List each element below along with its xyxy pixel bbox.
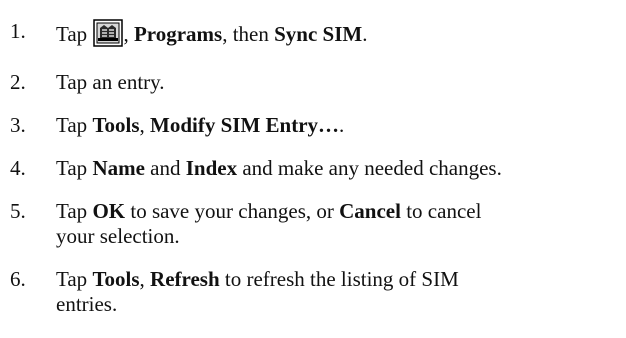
step-text: Tap , Programs, then Sync SIM. — [56, 19, 616, 47]
step-text: Tap Name and Index and make any needed c… — [56, 156, 616, 181]
instruction-steps: 1. Tap , Programs, then Sync SIM. 2. Tap… — [0, 0, 626, 338]
sync-sim-label: Sync SIM — [274, 22, 363, 46]
tap-word: Tap — [56, 267, 88, 291]
tools-label: Tools — [92, 113, 140, 137]
step-number: 1. — [10, 19, 26, 43]
step-number: 3. — [10, 113, 26, 137]
step-rest: and make any needed changes. — [242, 156, 502, 180]
step-number: 2. — [10, 70, 26, 94]
cancel-label: Cancel — [339, 199, 401, 223]
and-word: and — [150, 156, 181, 180]
comma: , — [123, 22, 129, 46]
start-menu-icon — [93, 19, 124, 47]
step-number: 6. — [10, 267, 26, 291]
tap-word: Tap — [56, 113, 88, 137]
tap-word: Tap — [56, 22, 88, 46]
then-text: , then — [222, 22, 269, 46]
ok-label: OK — [92, 199, 126, 223]
step-rest-line2: entries. — [56, 292, 118, 316]
step-number: 4. — [10, 156, 26, 180]
step-text: Tap Tools, Refresh to refresh the listin… — [56, 267, 616, 317]
step-text: Tap an entry. — [56, 70, 165, 94]
programs-label: Programs — [133, 22, 223, 46]
step-text: Tap OK to save your changes, or Cancel t… — [56, 199, 616, 249]
comma: , — [139, 267, 145, 291]
step-middle: to save your changes, or — [130, 199, 334, 223]
period: . — [362, 22, 368, 46]
tools-label: Tools — [92, 267, 140, 291]
step-number: 5. — [10, 199, 26, 223]
tap-word: Tap — [56, 199, 88, 223]
step-text: Tap Tools, Modify SIM Entry…. — [56, 113, 616, 138]
comma: , — [139, 113, 145, 137]
index-label: Index — [185, 156, 238, 180]
step-rest-line1: to refresh the listing of SIM — [224, 267, 459, 291]
refresh-label: Refresh — [150, 267, 220, 291]
step-rest-line1: to cancel — [406, 199, 482, 223]
tap-word: Tap — [56, 156, 88, 180]
name-label: Name — [92, 156, 145, 180]
step-rest-line2: your selection. — [56, 224, 180, 248]
modify-sim-entry-label: Modify SIM Entry… — [150, 113, 340, 137]
period: . — [339, 113, 345, 137]
